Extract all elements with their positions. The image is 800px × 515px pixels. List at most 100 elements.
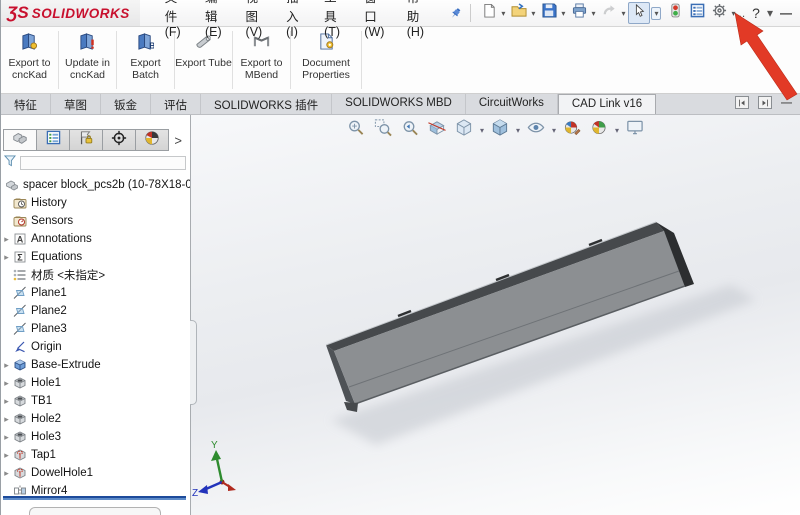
pane-left-button[interactable] xyxy=(735,96,749,109)
help-button[interactable]: ? xyxy=(752,5,760,21)
edit-appearance-icon xyxy=(563,118,582,142)
tab-CAD Link v16[interactable]: CAD Link v16 xyxy=(558,94,656,114)
new-document-dropdown[interactable]: ▾ xyxy=(501,9,505,18)
tree-item[interactable]: ▸DowelHole1 xyxy=(1,464,190,482)
expand-arrow-icon[interactable]: ▸ xyxy=(1,468,12,479)
undo-dropdown[interactable]: ▾ xyxy=(621,9,625,18)
interference-check-button[interactable] xyxy=(664,2,686,24)
apply-scene-dropdown[interactable]: ▾ xyxy=(615,126,619,135)
pushpin-icon[interactable] xyxy=(449,7,462,20)
menu-item[interactable]: 视图(V) xyxy=(237,0,278,43)
view-orientation-dropdown[interactable]: ▾ xyxy=(480,126,484,135)
toolbar-overflow[interactable]: .. xyxy=(739,6,746,20)
expand-arrow-icon[interactable]: ▸ xyxy=(1,432,12,443)
tree-item[interactable]: ▸Base-Extrude xyxy=(1,356,190,374)
solidworks-logo: ƷS SOLIDWORKS xyxy=(1,0,140,26)
section-view-button[interactable] xyxy=(426,119,448,141)
expand-arrow-icon[interactable]: ▸ xyxy=(1,360,12,371)
menu-item[interactable]: 文件(F) xyxy=(156,0,196,43)
open-dropdown[interactable]: ▾ xyxy=(531,9,535,18)
tree-item[interactable]: ▸TB1 xyxy=(1,392,190,410)
tree-item[interactable]: Plane3 xyxy=(1,320,190,338)
apply-scene-button[interactable] xyxy=(588,119,610,141)
propertymanager-tab[interactable] xyxy=(36,129,70,151)
menu-item[interactable]: 插入(I) xyxy=(277,0,315,43)
menu-item[interactable]: 帮助(H) xyxy=(398,0,439,43)
dimxpert-tab[interactable] xyxy=(102,129,136,151)
tree-item[interactable]: Sensors xyxy=(1,212,190,230)
task-pane-button[interactable] xyxy=(686,2,708,24)
view-orientation-button[interactable] xyxy=(453,119,475,141)
save-button[interactable] xyxy=(538,2,560,24)
heads-up-view-toolbar: ▾ ▾ ▾ ▾ xyxy=(345,119,646,141)
pane-right-button[interactable] xyxy=(758,96,772,109)
rollback-bar[interactable] xyxy=(3,496,186,500)
undo-button[interactable] xyxy=(598,2,620,24)
tab-SOLIDWORKS 插件[interactable]: SOLIDWORKS 插件 xyxy=(201,94,332,114)
help-dropdown[interactable]: ▾ xyxy=(767,6,773,20)
view-settings-button[interactable] xyxy=(624,119,646,141)
menu-item[interactable]: 编辑(E) xyxy=(196,0,237,43)
tab-SOLIDWORKS MBD[interactable]: SOLIDWORKS MBD xyxy=(332,94,466,114)
configurationmanager-tab[interactable] xyxy=(69,129,103,151)
expand-arrow-icon[interactable]: ▸ xyxy=(1,414,12,425)
tab-CircuitWorks[interactable]: CircuitWorks xyxy=(466,94,558,114)
tree-item[interactable]: ▸ΣEquations xyxy=(1,248,190,266)
featuremanager-tab[interactable] xyxy=(3,129,37,151)
new-document-button[interactable] xyxy=(478,2,500,24)
display-style-button[interactable] xyxy=(489,119,511,141)
menu-item[interactable]: 窗口(W) xyxy=(355,0,397,43)
tree-item[interactable]: History xyxy=(1,194,190,212)
tab-钣金[interactable]: 钣金 xyxy=(101,94,151,114)
tree-filter-input[interactable] xyxy=(20,156,186,170)
menu-item[interactable]: 工具(T) xyxy=(315,0,355,43)
tree-item[interactable]: ▸Tap1 xyxy=(1,446,190,464)
solidworks-logo-text: SOLIDWORKS xyxy=(32,6,130,21)
tree-item[interactable]: Plane2 xyxy=(1,302,190,320)
select-cursor-button[interactable] xyxy=(628,2,650,24)
edit-appearance-button[interactable] xyxy=(561,119,583,141)
tab-评估[interactable]: 评估 xyxy=(151,94,201,114)
options-gear-dropdown[interactable]: ▾ xyxy=(731,9,735,18)
save-dropdown[interactable]: ▾ xyxy=(561,9,565,18)
zoom-area-button[interactable] xyxy=(372,119,394,141)
print-icon xyxy=(572,3,587,23)
tree-item-label: Annotations xyxy=(31,233,92,245)
displaymanager-tab[interactable] xyxy=(135,129,169,151)
zoom-previous-button[interactable] xyxy=(399,119,421,141)
expand-arrow-icon[interactable]: ▸ xyxy=(1,234,12,245)
tree-item[interactable]: 材质 <未指定> xyxy=(1,266,190,284)
tree-item[interactable]: ▸Hole1 xyxy=(1,374,190,392)
solidworks-logo-glyph: ƷS xyxy=(7,3,29,23)
print-button[interactable] xyxy=(568,2,590,24)
tree-root-item[interactable]: spacer block_pcs2b (10-78X18-0X3 xyxy=(1,176,190,194)
update-cnckad-button[interactable]: Update in cncKad xyxy=(59,27,116,93)
collapse-pane-button[interactable]: — xyxy=(781,97,792,109)
tree-item[interactable]: ▸Hole2 xyxy=(1,410,190,428)
hide-show-items-dropdown[interactable]: ▾ xyxy=(552,126,556,135)
zoom-fit-button[interactable] xyxy=(345,119,367,141)
print-dropdown[interactable]: ▾ xyxy=(591,9,595,18)
part-model[interactable]: Y Z xyxy=(191,115,800,515)
open-button[interactable] xyxy=(508,2,530,24)
expand-arrow-icon[interactable]: ▸ xyxy=(1,252,12,263)
tab-草图[interactable]: 草图 xyxy=(51,94,101,114)
hide-show-items-button[interactable] xyxy=(525,119,547,141)
panel-splitter-handle[interactable] xyxy=(190,320,197,405)
panel-chevron-icon[interactable]: > xyxy=(174,133,188,148)
select-cursor-dropdown[interactable]: ▾ xyxy=(651,7,661,20)
expand-arrow-icon[interactable]: ▸ xyxy=(1,378,12,389)
display-style-dropdown[interactable]: ▾ xyxy=(516,126,520,135)
expand-arrow-icon[interactable]: ▸ xyxy=(1,450,12,461)
tree-item[interactable]: Plane1 xyxy=(1,284,190,302)
options-gear-button[interactable] xyxy=(708,2,730,24)
expand-arrow-icon[interactable]: ▸ xyxy=(1,396,12,407)
tab-特征[interactable]: 特征 xyxy=(1,94,51,114)
graphics-area[interactable]: Y Z ▾ ▾ ▾ ▾ xyxy=(191,115,800,515)
tree-item[interactable]: Origin xyxy=(1,338,190,356)
export-cnckad-button[interactable]: Export to cncKad xyxy=(1,27,58,93)
tree-item[interactable]: ▸Hole3 xyxy=(1,428,190,446)
minimize-button[interactable]: — xyxy=(780,6,792,20)
export-cnckad-icon xyxy=(21,33,38,55)
tree-item[interactable]: ▸AAnnotations xyxy=(1,230,190,248)
